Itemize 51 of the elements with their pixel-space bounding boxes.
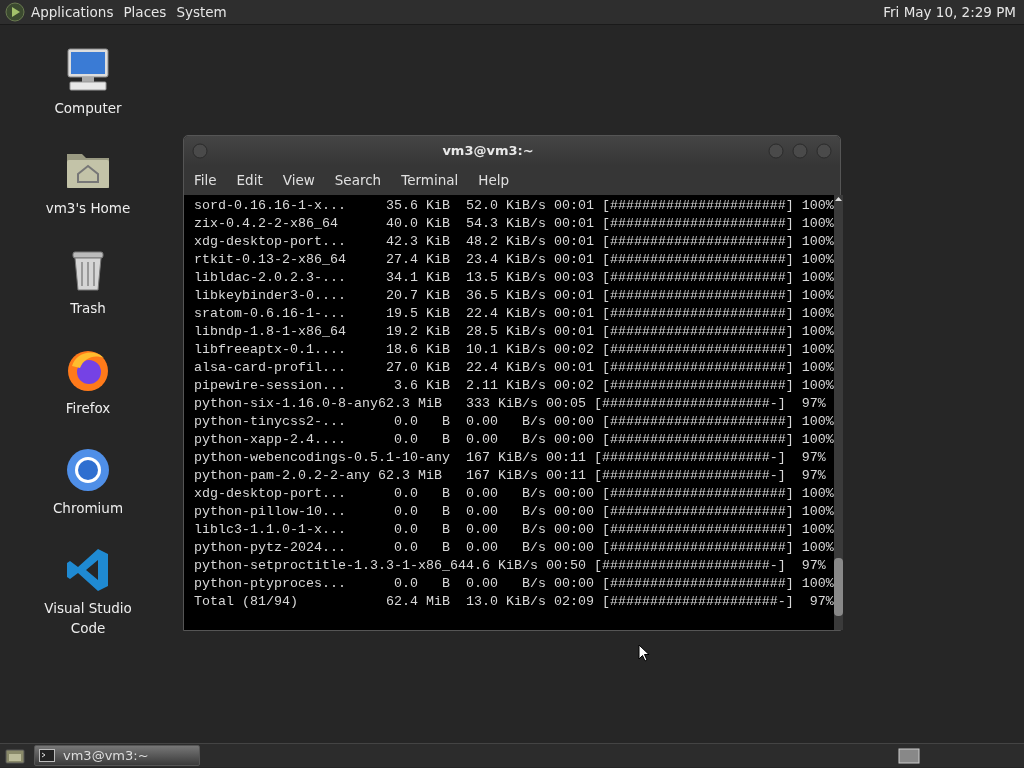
clock[interactable]: Fri May 10, 2:29 PM bbox=[883, 1, 1016, 23]
terminal-line: python-six-1.16.0-8-any62.3 MiB 333 KiB/s 00:05 [#####################-] 97% bbox=[194, 395, 827, 413]
workspace-switcher-icon[interactable] bbox=[898, 747, 920, 764]
terminal-line: zix-0.4.2-2-x86_64 40.0 KiB 54.3 KiB/s 00:01 [######################] 100% bbox=[194, 215, 834, 233]
terminal-line: python-pytz-2024... 0.0 B 0.00 B/s 00:00 [######################] 100% bbox=[194, 539, 834, 557]
panel-menu[interactable]: Places bbox=[118, 1, 172, 23]
terminal-line: python-xapp-2.4.... 0.0 B 0.00 B/s 00:00 [######################] 100% bbox=[194, 431, 834, 449]
menu-item[interactable]: View bbox=[272, 170, 325, 191]
menu-item[interactable]: Search bbox=[324, 170, 392, 191]
terminal-icon bbox=[39, 749, 55, 762]
terminal-line: python-ptyproces... 0.0 B 0.00 B/s 00:00 [######################] 100% bbox=[194, 575, 834, 593]
terminal-line: xdg-desktop-port... 42.3 KiB 48.2 KiB/s 00:01 [######################] 100% bbox=[194, 233, 834, 251]
show-desktop-icon[interactable] bbox=[4, 746, 26, 765]
menu-item[interactable]: Edit bbox=[226, 170, 273, 191]
icon-label: vm3's Home bbox=[45, 199, 131, 218]
taskbar-button[interactable]: vm3@vm3:~ bbox=[34, 745, 200, 766]
menu-item[interactable]: File bbox=[184, 170, 227, 191]
menu-item[interactable]: Terminal bbox=[391, 170, 469, 191]
terminal-line: python-pam-2.0.2-2-any 62.3 MiB 167 KiB/s 00:11 [#####################-] 97% bbox=[194, 467, 827, 485]
play-icon[interactable] bbox=[4, 2, 26, 22]
terminal-line: alsa-card-profil... 27.0 KiB 22.4 KiB/s 00:01 [######################] 100% bbox=[194, 359, 834, 377]
computer-icon bbox=[64, 46, 112, 94]
terminal-line: libldac-2.0.2.3-... 34.1 KiB 13.5 KiB/s 00:03 [######################] 100% bbox=[194, 269, 834, 287]
terminal-line: rtkit-0.13-2-x86_64 27.4 KiB 23.4 KiB/s 00:01 [######################] 100% bbox=[194, 251, 834, 269]
terminal-line: sratom-0.6.16-1-... 19.5 KiB 22.4 KiB/s 00:01 [######################] 100% bbox=[194, 305, 834, 323]
terminal-line: python-pillow-10... 0.0 B 0.00 B/s 00:00 [######################] 100% bbox=[194, 503, 834, 521]
panel-menu[interactable]: Applications bbox=[26, 1, 119, 23]
scroll-thumb[interactable] bbox=[833, 558, 843, 616]
window-title: vm3@vm3:~ bbox=[442, 143, 534, 159]
terminal-line: python-tinycss2-... 0.0 B 0.00 B/s 00:00 [######################] 100% bbox=[194, 413, 834, 431]
terminal-line: libndp-1.8-1-x86_64 19.2 KiB 28.5 KiB/s 00:01 [######################] 100% bbox=[194, 323, 834, 341]
terminal-line: xdg-desktop-port... 0.0 B 0.00 B/s 00:00 [######################] 100% bbox=[194, 485, 834, 503]
icon-label: Trash bbox=[70, 299, 106, 318]
mouse-cursor-icon bbox=[638, 644, 650, 662]
terminal-line: libfreeaptx-0.1.... 18.6 KiB 10.1 KiB/s 00:02 [######################] 100% bbox=[194, 341, 834, 359]
terminal-line: python-webencodings-0.5.1-10-any 167 KiB/s 00:11 [#####################-] 97% bbox=[194, 449, 827, 467]
terminal-line: python-setproctitle-1.3.3-1-x86_644.6 KiB/s 00:50 [#####################-] 97% bbox=[194, 557, 827, 575]
scrollbar[interactable] bbox=[833, 195, 843, 630]
terminal-line: liblc3-1.1.0-1-x... 0.0 B 0.00 B/s 00:00 [######################] 100% bbox=[194, 521, 834, 539]
terminal-line: Total (81/94) 62.4 MiB 13.0 KiB/s 02:09 [#####################-] 97% bbox=[194, 593, 834, 611]
terminal-line: pipewire-session... 3.6 KiB 2.11 KiB/s 00:02 [######################] 100% bbox=[194, 377, 834, 395]
icon-label: Firefox bbox=[65, 399, 111, 418]
ring-icon bbox=[64, 446, 112, 494]
menu-item[interactable]: Help bbox=[468, 170, 520, 191]
icon-label: Visual Studio Code bbox=[43, 599, 133, 639]
icon-label: Computer bbox=[54, 99, 122, 118]
terminal-line: sord-0.16.16-1-x... 35.6 KiB 52.0 KiB/s 00:01 [######################] 100% bbox=[194, 197, 834, 215]
panel-menu[interactable]: System bbox=[171, 1, 232, 23]
icon-label: Chromium bbox=[52, 499, 124, 518]
scroll-up-icon[interactable] bbox=[833, 195, 843, 203]
terminal-line: libkeybinder3-0.... 20.7 KiB 36.5 KiB/s 00:01 [######################] 100% bbox=[194, 287, 834, 305]
